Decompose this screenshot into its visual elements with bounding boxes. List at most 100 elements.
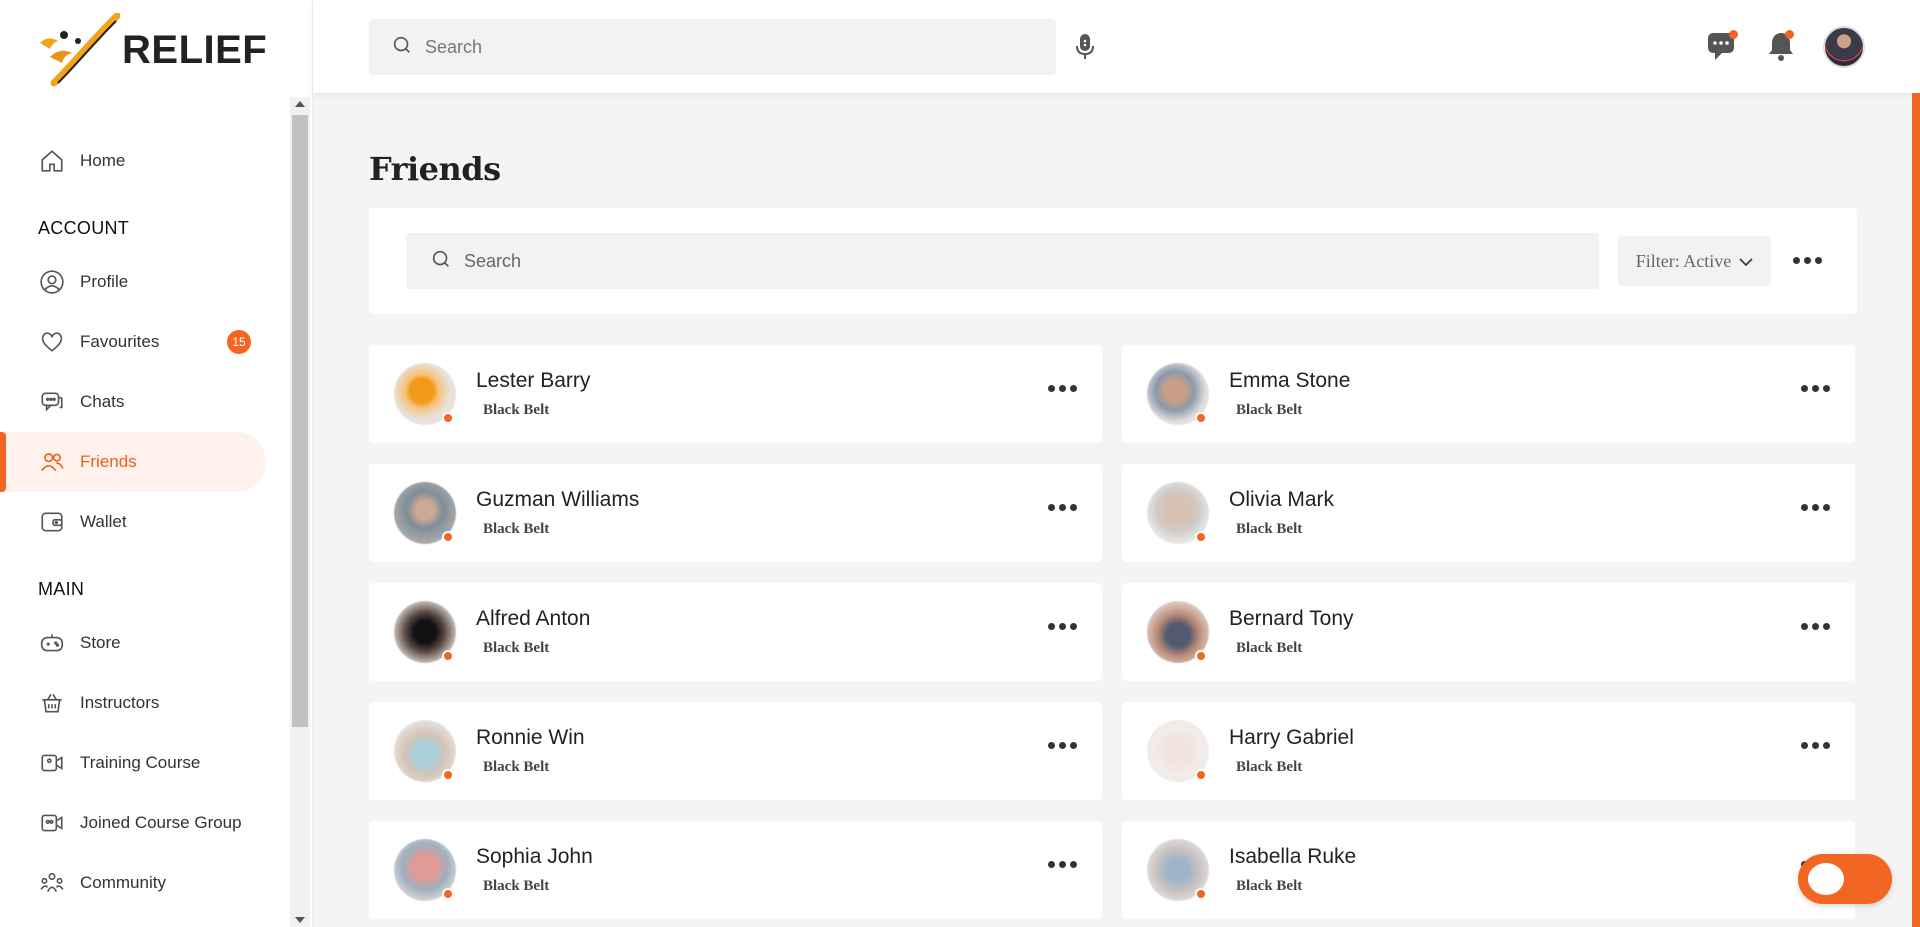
- friend-card[interactable]: Emma Stone Black Belt: [1122, 345, 1855, 443]
- sidebar-item-instructors[interactable]: Instructors: [0, 673, 266, 733]
- sidebar-item-label: Community: [80, 873, 166, 892]
- home-icon: [38, 147, 66, 175]
- basket-icon: [38, 689, 66, 717]
- friend-more-options-icon[interactable]: [1801, 742, 1830, 749]
- bell-icon[interactable]: [1768, 30, 1794, 67]
- heart-icon: [38, 328, 66, 356]
- sidebar-item-label: Wallet: [80, 512, 127, 531]
- scroll-down-arrow-icon[interactable]: [295, 917, 305, 923]
- scrollbar-thumb[interactable]: [292, 115, 308, 727]
- friend-name[interactable]: Guzman Williams: [476, 488, 639, 512]
- friend-rank: Black Belt: [1236, 521, 1303, 537]
- friend-name[interactable]: Harry Gabriel: [1229, 726, 1354, 750]
- sidebar-item-community[interactable]: Community: [0, 853, 266, 913]
- online-status-dot: [442, 650, 454, 662]
- sidebar-item-joined-course-group[interactable]: Joined Course Group: [0, 793, 266, 853]
- sidebar-item-training-course[interactable]: Training Course: [0, 733, 266, 793]
- friend-more-options-icon[interactable]: [1801, 623, 1830, 630]
- sidebar-item-label: Chats: [80, 392, 125, 411]
- sidebar-item-profile[interactable]: Profile: [0, 252, 266, 312]
- friend-card[interactable]: Harry Gabriel Black Belt: [1122, 702, 1855, 800]
- friend-name[interactable]: Sophia John: [476, 845, 593, 869]
- filter-label: Filter: Active: [1635, 250, 1732, 271]
- sidebar-item-friends[interactable]: Friends: [0, 432, 266, 492]
- community-icon: [38, 869, 66, 897]
- friend-card[interactable]: Lester Barry Black Belt: [369, 345, 1102, 443]
- friend-rank: Black Belt: [483, 402, 550, 418]
- chevron-down-icon: [1739, 251, 1753, 272]
- sidebar: RELIEF Home ACCOUNT Profile Favourites 1…: [0, 0, 313, 927]
- sidebar-item-label: Friends: [80, 452, 137, 471]
- sidebar-item-store[interactable]: Store: [0, 613, 266, 673]
- friend-name[interactable]: Alfred Anton: [476, 607, 590, 631]
- friend-more-options-icon[interactable]: [1048, 742, 1077, 749]
- online-status-dot: [1195, 531, 1207, 543]
- friend-name[interactable]: Isabella Ruke: [1229, 845, 1356, 869]
- friend-rank: Black Belt: [483, 640, 550, 656]
- sidebar-item-home[interactable]: Home: [0, 131, 266, 191]
- filter-dropdown[interactable]: Filter: Active: [1618, 236, 1771, 286]
- sidebar-item-label: Store: [80, 633, 121, 652]
- sidebar-item-label: Home: [80, 151, 126, 170]
- scroll-up-arrow-icon[interactable]: [295, 101, 305, 107]
- header-search-placeholder: Search: [425, 36, 483, 57]
- sidebar-scrollbar[interactable]: [290, 97, 310, 927]
- sidebar-item-wallet[interactable]: Wallet: [0, 492, 266, 552]
- friend-more-options-icon[interactable]: [1048, 504, 1077, 511]
- friend-name[interactable]: Bernard Tony: [1229, 607, 1354, 631]
- section-title-main: MAIN: [38, 579, 85, 599]
- friend-name[interactable]: Lester Barry: [476, 369, 590, 393]
- friend-card[interactable]: Olivia Mark Black Belt: [1122, 464, 1855, 562]
- user-avatar[interactable]: [1823, 26, 1865, 68]
- online-status-dot: [442, 769, 454, 781]
- friend-card[interactable]: Guzman Williams Black Belt: [369, 464, 1102, 562]
- sidebar-nav: Home ACCOUNT Profile Favourites 15 Chats: [0, 0, 290, 927]
- chat-icon: [38, 388, 66, 416]
- friend-card[interactable]: Isabella Ruke Black Belt: [1122, 821, 1855, 919]
- friend-rank: Black Belt: [483, 759, 550, 775]
- bell-notification-dot: [1785, 30, 1794, 39]
- friend-rank: Black Belt: [1236, 759, 1303, 775]
- section-title-account: ACCOUNT: [38, 218, 130, 238]
- online-status-dot: [442, 531, 454, 543]
- sidebar-item-label: Favourites: [80, 332, 160, 351]
- online-status-dot: [442, 888, 454, 900]
- friend-name[interactable]: Ronnie Win: [476, 726, 585, 750]
- sidebar-item-chats[interactable]: Chats: [0, 372, 266, 432]
- friend-name[interactable]: Olivia Mark: [1229, 488, 1334, 512]
- page-title: Friends: [369, 150, 501, 188]
- users-icon: [38, 448, 66, 476]
- sidebar-item-label: Joined Course Group: [80, 813, 242, 832]
- theme-toggle[interactable]: [1798, 854, 1892, 904]
- friend-rank: Black Belt: [483, 521, 550, 537]
- friends-search-input[interactable]: Search: [406, 233, 1599, 289]
- friends-search-placeholder: Search: [464, 250, 522, 271]
- friend-rank: Black Belt: [1236, 878, 1303, 894]
- friend-rank: Black Belt: [483, 878, 550, 894]
- messages-icon[interactable]: [1706, 30, 1738, 67]
- sidebar-item-label: Instructors: [80, 693, 160, 712]
- friend-card[interactable]: Ronnie Win Black Belt: [369, 702, 1102, 800]
- friend-more-options-icon[interactable]: [1048, 861, 1077, 868]
- profile-icon: [38, 268, 66, 296]
- online-status-dot: [1195, 412, 1207, 424]
- friend-more-options-icon[interactable]: [1801, 504, 1830, 511]
- friend-name[interactable]: Emma Stone: [1229, 369, 1350, 393]
- more-options-icon[interactable]: [1793, 248, 1827, 272]
- friend-card[interactable]: Alfred Anton Black Belt: [369, 583, 1102, 681]
- friend-card[interactable]: Sophia John Black Belt: [369, 821, 1102, 919]
- friend-more-options-icon[interactable]: [1801, 385, 1830, 392]
- friend-rank: Black Belt: [1236, 402, 1303, 418]
- friend-more-options-icon[interactable]: [1048, 385, 1077, 392]
- online-status-dot: [1195, 888, 1207, 900]
- friends-filter-bar: Search Filter: Active: [369, 208, 1857, 314]
- sidebar-item-label: Training Course: [80, 753, 201, 772]
- microphone-icon[interactable]: [1073, 32, 1097, 67]
- friend-more-options-icon[interactable]: [1048, 623, 1077, 630]
- online-status-dot: [442, 412, 454, 424]
- friend-card[interactable]: Bernard Tony Black Belt: [1122, 583, 1855, 681]
- search-icon: [430, 248, 452, 275]
- header-search-input[interactable]: Search: [369, 19, 1056, 75]
- sidebar-item-label: Profile: [80, 272, 129, 291]
- online-status-dot: [1195, 769, 1207, 781]
